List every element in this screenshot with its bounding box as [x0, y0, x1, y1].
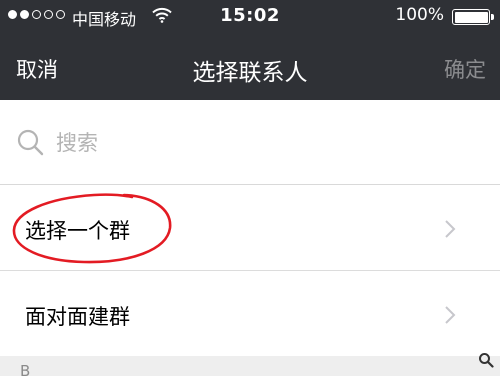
battery-cap — [491, 14, 494, 20]
section-header: B — [0, 356, 500, 380]
page-title: 选择联系人 — [192, 60, 308, 86]
search-icon — [16, 128, 46, 162]
app-header: 中国移动 15:02 100% 取消 选择联系人 确定 — [0, 0, 500, 100]
battery-fill — [454, 11, 488, 23]
search-input[interactable] — [52, 126, 460, 160]
section-letter: B — [20, 362, 31, 380]
face-to-face-group-option[interactable]: 面对面建群 — [0, 271, 500, 357]
select-group-option[interactable]: 选择一个群 — [0, 185, 500, 271]
chevron-right-icon — [444, 305, 456, 329]
option-label: 选择一个群 — [25, 219, 130, 243]
battery-percentage: 100% — [395, 5, 444, 25]
battery-icon — [452, 9, 490, 25]
confirm-button[interactable]: 确定 — [444, 54, 486, 84]
search-bar — [0, 100, 500, 185]
status-bar: 中国移动 15:02 100% — [0, 0, 500, 34]
chevron-right-icon — [444, 219, 456, 243]
option-label: 面对面建群 — [25, 305, 130, 329]
index-search-icon[interactable] — [478, 352, 494, 372]
navigation-bar: 取消 选择联系人 确定 — [0, 36, 500, 100]
